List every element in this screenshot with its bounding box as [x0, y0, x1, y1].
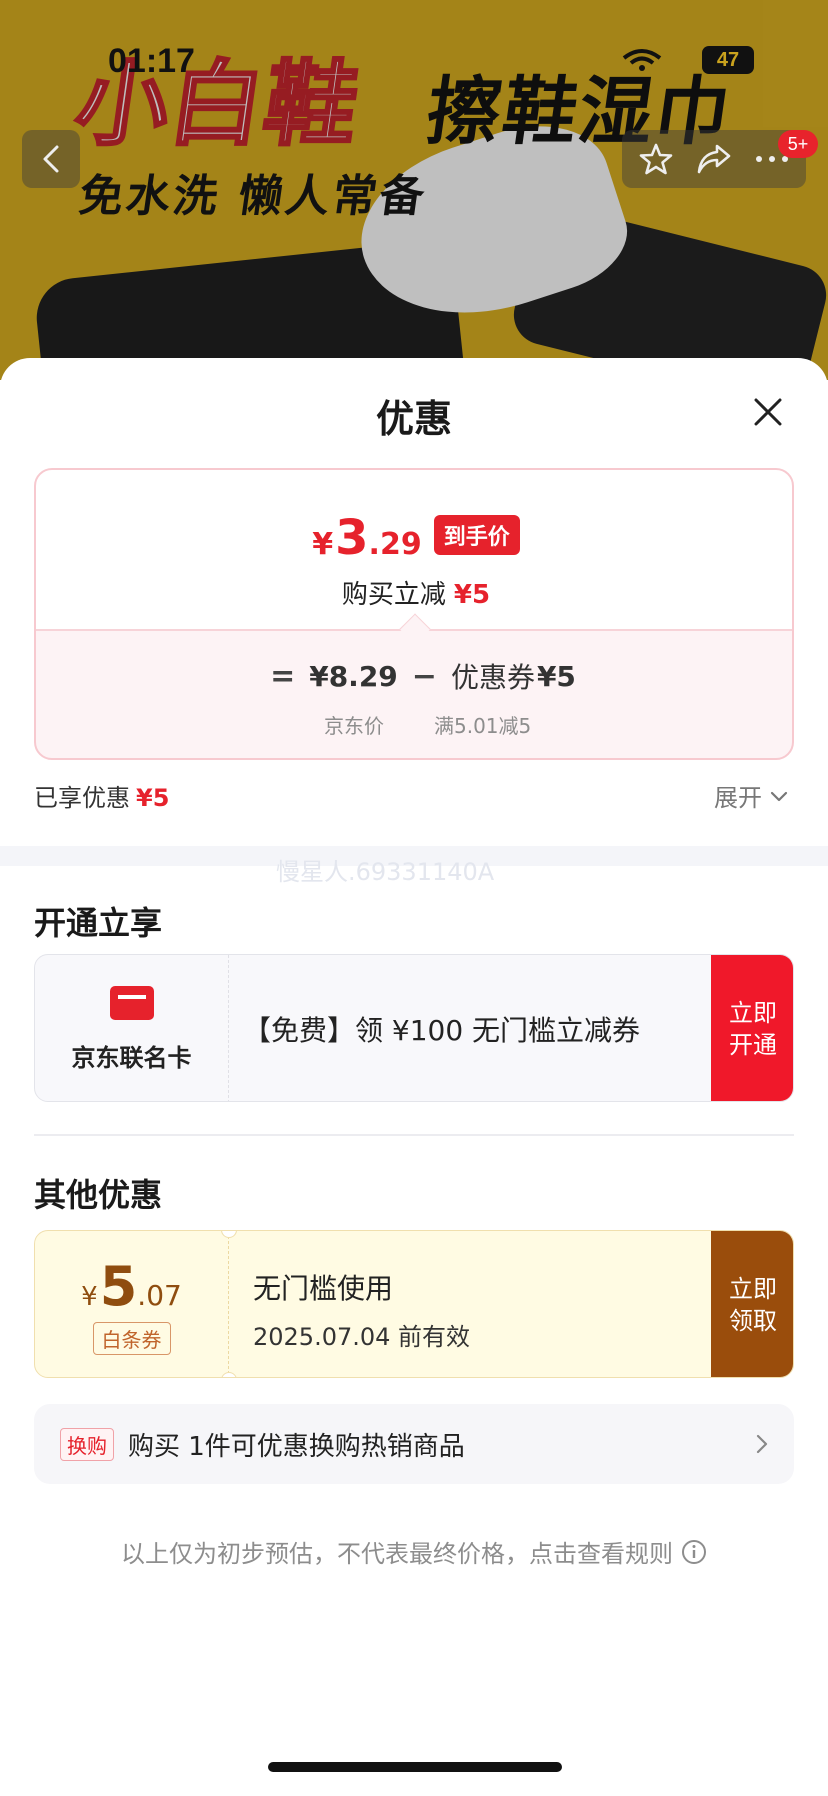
- card-offer-text: 【免费】领 ¥100 无门槛立减券: [243, 1014, 641, 1047]
- card-offer-left: 京东联名卡: [35, 955, 229, 1101]
- jd-price: ¥8.29: [309, 659, 398, 693]
- share-icon[interactable]: [695, 142, 733, 176]
- open-section-heading: 开通立享: [34, 904, 163, 942]
- price-integer: 3: [335, 510, 369, 566]
- exchange-text: 购买 1件可优惠换购热销商品: [128, 1431, 465, 1462]
- coupon-integer: 5: [99, 1255, 138, 1318]
- expand-button[interactable]: 展开: [714, 778, 788, 813]
- card-notch: [399, 613, 431, 645]
- coupon-caption: 满5.01减5: [434, 714, 532, 738]
- sheet-title: 优惠: [375, 397, 452, 441]
- expand-label: 展开: [714, 784, 762, 812]
- chevron-right-icon: [756, 1434, 768, 1454]
- rules-footnote[interactable]: 以上仅为初步预估，不代表最终价格，点击查看规则: [0, 1534, 828, 1569]
- jd-card-offer[interactable]: 京东联名卡 【免费】领 ¥100 无门槛立减券 立即开通: [34, 954, 794, 1102]
- price-formula: = ¥8.29 − 优惠券 ¥5: [36, 656, 792, 696]
- coupon-title: 无门槛使用: [253, 1272, 394, 1305]
- back-button[interactable]: [22, 130, 80, 188]
- minus-sign: −: [411, 658, 437, 694]
- credit-card-icon: [109, 985, 154, 1020]
- close-button[interactable]: [744, 388, 792, 436]
- home-indicator[interactable]: [268, 1762, 562, 1772]
- status-time: 01:17: [108, 42, 195, 80]
- price-currency: ¥: [312, 527, 334, 562]
- coupon-type-tag: 白条券: [92, 1322, 171, 1355]
- info-icon: [682, 1539, 706, 1564]
- coupon-left: ¥ 5 .07 白条券: [35, 1231, 229, 1377]
- instant-discount-value: ¥5: [453, 580, 491, 610]
- final-price-tag: 到手价: [433, 515, 520, 555]
- card-name: 京东联名卡: [71, 1043, 192, 1072]
- discount-sheet: 优惠 ¥ 3 .29 到手价 购买立减 ¥5 = ¥8.29 − 优惠券 ¥5 京…: [0, 358, 828, 1796]
- instant-discount-line: 购买立减 ¥5: [36, 574, 792, 611]
- product-banner: 小白鞋 擦鞋湿巾 免水洗 懒人常备 01:17 47 5+: [0, 0, 828, 380]
- coupon-decimal: .07: [137, 1279, 182, 1312]
- watermark: 慢星人.69331140A: [276, 858, 495, 886]
- battery-indicator: 47: [702, 46, 754, 74]
- price-decimal: .29: [368, 527, 422, 562]
- coupon-label: 优惠券: [450, 661, 535, 694]
- baitiao-coupon[interactable]: ¥ 5 .07 白条券 无门槛使用 2025.07.04 前有效 立即领取: [34, 1230, 794, 1378]
- final-price: ¥ 3 .29 到手价: [36, 510, 792, 566]
- enjoyed-discount: 已享优惠 ¥5: [34, 778, 169, 813]
- claim-coupon-button[interactable]: 立即领取: [711, 1231, 793, 1377]
- final-price-card: ¥ 3 .29 到手价 购买立减 ¥5 = ¥8.29 − 优惠券 ¥5 京东价 …: [34, 468, 794, 760]
- chevron-down-icon: [770, 791, 788, 801]
- coupon-value: ¥5: [536, 659, 576, 693]
- section-divider: [34, 1134, 794, 1136]
- close-icon: [754, 398, 782, 426]
- coupon-punch-bottom: [221, 1372, 237, 1377]
- instant-discount-label: 购买立减: [341, 580, 446, 610]
- footnote-text: 以上仅为初步预估，不代表最终价格，点击查看规则: [121, 1540, 673, 1568]
- jd-price-caption: 京东价: [324, 714, 384, 738]
- open-card-button[interactable]: 立即开通: [711, 955, 793, 1101]
- coupon-amount: ¥ 5 .07: [81, 1255, 182, 1318]
- star-icon[interactable]: [638, 141, 674, 177]
- coupon-currency: ¥: [81, 1282, 98, 1312]
- coupon-validity: 2025.07.04 前有效: [253, 1323, 471, 1351]
- enjoyed-value: ¥5: [136, 784, 170, 812]
- enjoyed-label: 已享优惠: [34, 784, 130, 812]
- exchange-tag: 换购: [60, 1427, 114, 1461]
- exchange-offer-row[interactable]: 换购 购买 1件可优惠换购热销商品: [34, 1404, 794, 1484]
- wifi-icon: [622, 49, 662, 71]
- back-arrow-icon: [43, 145, 59, 173]
- other-section-heading: 其他优惠: [34, 1176, 163, 1214]
- cart-count-badge: 5+: [778, 130, 818, 158]
- equals-sign: =: [270, 658, 296, 694]
